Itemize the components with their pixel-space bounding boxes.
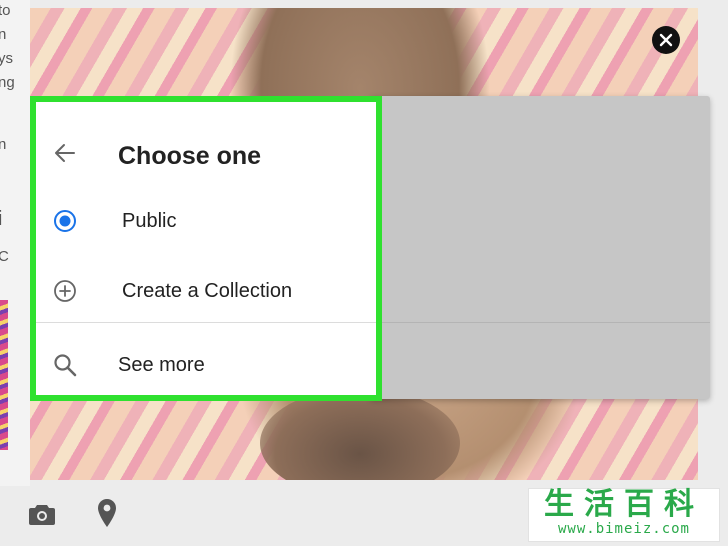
close-icon xyxy=(659,33,673,47)
camera-icon[interactable] xyxy=(28,502,56,526)
divider xyxy=(370,322,710,323)
back-arrow-icon[interactable] xyxy=(52,140,78,166)
radio-selected-icon[interactable] xyxy=(52,208,78,234)
photo-subject-shadow xyxy=(260,388,460,480)
add-circle-icon xyxy=(54,280,76,302)
location-pin-icon[interactable] xyxy=(96,498,118,528)
edge-text-fragment: ng xyxy=(0,74,15,91)
menu-header: Choose one xyxy=(36,102,376,202)
background-image-strip xyxy=(0,300,8,450)
edge-text-fragment: ys xyxy=(0,50,13,67)
option-create-collection[interactable]: Create a Collection xyxy=(36,260,376,324)
see-more-button[interactable]: See more xyxy=(36,334,376,398)
close-button[interactable] xyxy=(652,26,680,54)
edge-text-fragment: n xyxy=(0,26,7,43)
edge-text-fragment: C xyxy=(0,248,9,265)
background-page-edge: to n ys ng n i C xyxy=(0,0,30,546)
menu-title: Choose one xyxy=(118,142,262,170)
menu-divider xyxy=(36,322,376,323)
option-public[interactable]: Public xyxy=(36,190,376,254)
watermark-logo: 生活百科 www.bimeiz.com xyxy=(528,488,720,542)
watermark-url: www.bimeiz.com xyxy=(557,521,690,537)
watermark-title: 生活百科 xyxy=(544,487,704,522)
edge-text-fragment: n xyxy=(0,136,7,153)
edge-text-fragment: to xyxy=(0,2,11,19)
audience-panel-backdrop xyxy=(370,96,710,399)
see-more-label: See more xyxy=(118,354,205,376)
option-public-label: Public xyxy=(122,210,177,232)
audience-menu: Choose one Public Create a Collection Se… xyxy=(30,96,382,401)
edge-text-fragment: i xyxy=(0,208,3,230)
option-create-collection-label: Create a Collection xyxy=(122,280,293,302)
search-icon xyxy=(54,354,77,377)
